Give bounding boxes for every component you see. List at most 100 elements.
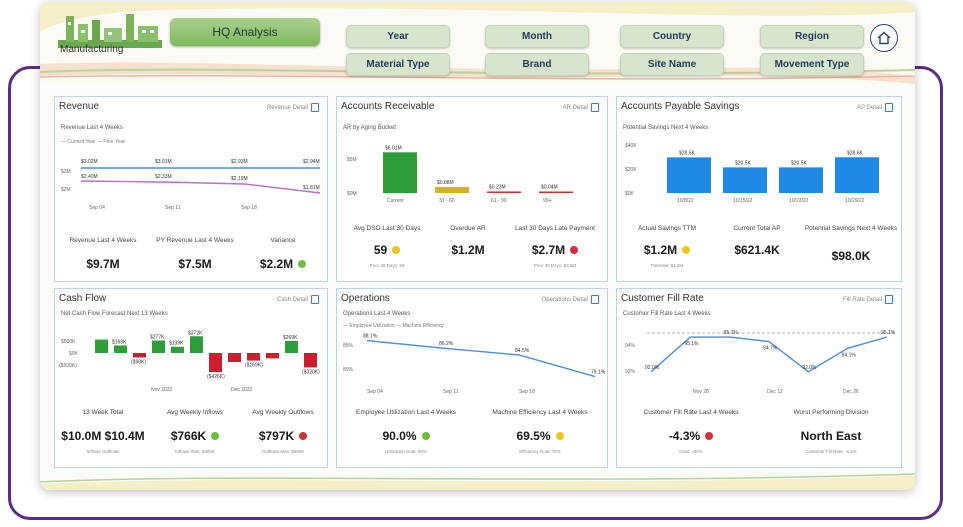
y-tick: $2M [61,187,71,193]
y-tick: 94% [625,343,636,349]
filter-brand-button[interactable]: Brand [485,53,589,76]
footer-wave [40,473,915,490]
chart-subtitle: Customer Fill Rate Last 4 Weeks [623,311,711,317]
fill-rate-line-chart: 94% 92% Nov 28 Dec 12 Dec 26 92.0% 95.1% 9… [625,330,896,395]
kpi-subtext: Prior 30 Days: $2.6M [533,263,577,268]
x-tick: 61 - 90 [491,198,507,204]
bar [435,187,469,193]
header-bar: Manufacturing HQ Analysis Year Month Cou… [40,2,915,84]
card-title: Accounts Payable Savings [621,101,740,112]
kpi-value: $2.2M [259,257,294,271]
data-label: $277K [150,335,165,341]
bar [152,340,165,353]
data-label: 94.1% [842,352,857,358]
filter-movement-type-button[interactable]: Movement Type [760,53,864,76]
x-tick: Nov 2022 [151,387,173,393]
kpi-label: Customer Fill Rate Last 4 Weeks [643,409,739,416]
data-label: ($426K) [207,374,225,380]
revenue-card: Revenue Revenue Detail Revenue Last 4 We… [54,96,328,282]
kpi-value-with-status: $1.2M [621,243,713,257]
kpi-value: $7.5M [178,257,212,271]
bar [171,346,184,353]
kpi-value-with-status: 69.5% [473,429,607,443]
status-bad-icon [570,245,579,254]
bar [133,353,146,358]
dashboard-sheet: Manufacturing HQ Analysis Year Month Cou… [40,2,915,490]
bar [723,167,767,193]
kpi-value: $2.7M [531,243,566,257]
y-tick: $0M [347,191,357,197]
x-tick: Sep 04 [367,389,383,395]
x-tick: Nov 28 [693,389,709,395]
bar [835,157,879,193]
operations-detail-link[interactable]: Operations Detail [542,295,599,304]
bar [247,353,260,361]
kpi-value: $98.0K [831,249,871,263]
x-tick: Sep 18 [241,205,257,211]
chart-subtitle: Operations Last 4 Weeks [343,311,411,317]
kpi-label: Current Total AP [733,225,781,232]
bar [304,353,317,368]
series-line [366,339,596,378]
chart-subtitle: Net Cash Flow Forecast Next 13 Weeks [61,311,168,317]
revenue-detail-link[interactable]: Revenue Detail [267,103,319,112]
kpi-value-with-status: 90.0% [341,429,471,443]
data-label: $2.19M [231,176,248,182]
filter-material-type-button[interactable]: Material Type [346,53,450,76]
kpi-value: $1.2M [451,243,485,257]
status-warning-icon [555,431,564,440]
bar [228,353,241,362]
data-label: $269K [283,335,298,341]
y-tick: $0K [69,351,79,357]
cash-detail-link[interactable]: Cash Detail [277,295,319,304]
detail-label: Operations Detail [541,296,588,303]
bar [667,157,711,193]
y-tick: $5M [347,157,357,163]
status-warning-icon [682,245,691,254]
operations-line-chart: 85% 80% Sep 04 Sep 11 Sep 18 88.1% 86.2% 8… [343,334,606,395]
page-title-button[interactable]: HQ Analysis [170,18,320,46]
ap-detail-link[interactable]: AP Detail [857,103,893,112]
kpi-label: Overdue AR [450,225,486,232]
detail-label: Cash Detail [276,296,308,303]
chart-subtitle: Revenue Last 4 Weeks [61,125,123,131]
filter-country-button[interactable]: Country [620,25,724,48]
data-label: ($169K) [245,363,263,369]
data-label: $1.81M [303,185,320,191]
y-tick: $3M [61,169,71,175]
kpi-value-with-status: 59 [341,243,433,257]
accounts-payable-savings-card: Accounts Payable Savings AP Detail Poten… [616,96,902,282]
kpi-label: Potential Savings Next 4 Weeks [804,225,898,232]
chart-subtitle: Potential Savings Next 4 Weeks [623,125,709,131]
x-tick: Sep 18 [519,389,535,395]
kpi-value: 69.5% [516,429,551,443]
kpi-value: $1.2M [643,243,678,257]
data-label: ($98K) [131,359,146,365]
bar [266,353,279,359]
detail-page-icon [311,103,319,112]
bar [539,191,573,193]
data-label: $28.6K [847,150,864,156]
revenue-line-chart: $3M $2M $3.02M $3.01M $2.93M $2.94M $2.4… [61,159,321,211]
logo-text: Manufacturing [60,44,124,55]
kpi-label: PY Revenue Last 4 Weeks [156,237,234,244]
ar-detail-link[interactable]: AR Detail [563,103,599,112]
detail-label: AP Detail [857,104,882,111]
kpi-label: Avg Weekly Inflows [166,409,224,416]
kpi-subtext: Outflows Max: $680K [261,449,305,454]
kpi-value: North East [800,429,862,443]
x-tick: 10/29/22 [845,198,865,204]
x-tick: 10/8/22 [677,198,694,204]
x-tick: Dec 2022 [231,387,253,393]
x-tick: Sep 04 [89,205,105,211]
bar [190,336,203,353]
filter-site-name-button[interactable]: Site Name [620,53,724,76]
filter-month-button[interactable]: Month [485,25,589,48]
filter-year-button[interactable]: Year [346,25,450,48]
data-label: $6.01M [385,145,402,151]
fill-rate-detail-link[interactable]: Fill Rate Detail [843,295,893,304]
filter-region-button[interactable]: Region [760,25,864,48]
home-button[interactable] [870,24,898,52]
kpi-subtext: Inflows Outflows [86,449,120,454]
kpi-value: $621.4K [734,243,780,257]
